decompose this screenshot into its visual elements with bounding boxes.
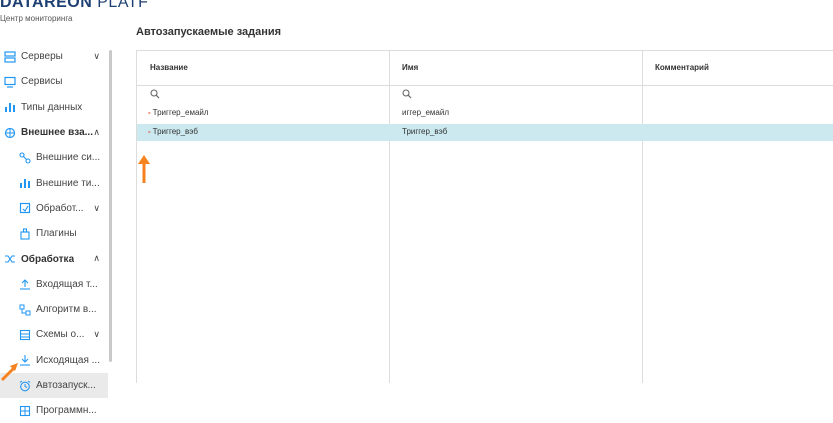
sidebar-item-label: Типы данных bbox=[21, 101, 83, 113]
sidebar-item-external-interaction[interactable]: Внешнее вза... ∧ bbox=[0, 120, 108, 145]
sidebar-item-software[interactable]: Программн... bbox=[0, 398, 108, 423]
chevron-down-icon[interactable]: ∨ bbox=[93, 203, 100, 214]
sidebar-item-label: Внешние си... bbox=[36, 152, 101, 164]
column-divider[interactable] bbox=[389, 51, 390, 383]
orange-arrow-annotation bbox=[138, 155, 150, 183]
schema-icon bbox=[18, 328, 31, 341]
sidebar-item-label: Программн... bbox=[36, 405, 97, 417]
sidebar-scrollbar[interactable] bbox=[109, 50, 112, 362]
column-header-comment[interactable]: Комментарий bbox=[642, 51, 833, 85]
sidebar-item-label: Обработка bbox=[21, 253, 75, 265]
sidebar-item-external-types[interactable]: Внешние ти... bbox=[0, 170, 108, 195]
sidebar-item-label: Внешние ти... bbox=[36, 177, 100, 189]
chart-icon bbox=[3, 101, 16, 114]
cell-id: иггер_емайл bbox=[402, 108, 450, 117]
sidebar: DATAREON PLATF Центр мониторинга Серверы… bbox=[0, 0, 148, 416]
chevron-up-icon[interactable]: ∧ bbox=[93, 127, 100, 138]
sidebar-item-label: Входящая т... bbox=[36, 278, 98, 290]
sidebar-item-label: Серверы bbox=[21, 51, 63, 63]
status-dash-icon: - bbox=[148, 108, 151, 117]
plugin-icon bbox=[18, 227, 31, 240]
cell-id: Триггер_вэб bbox=[402, 127, 448, 136]
sidebar-item-external-systems[interactable]: Внешние си... bbox=[0, 145, 108, 170]
server-icon bbox=[3, 50, 16, 63]
header-divider bbox=[137, 85, 833, 86]
grid-icon bbox=[18, 404, 31, 417]
chart-icon bbox=[18, 177, 31, 190]
handler-icon bbox=[18, 202, 31, 215]
chevron-down-icon[interactable]: ∨ bbox=[93, 51, 100, 62]
search-icon[interactable] bbox=[402, 89, 412, 99]
shuffle-icon bbox=[3, 253, 16, 266]
sidebar-item-data-types[interactable]: Типы данных bbox=[0, 95, 108, 120]
sidebar-item-label: Внешнее вза... bbox=[21, 127, 93, 139]
sidebar-item-label: Алгоритм в... bbox=[36, 304, 97, 316]
sidebar-item-handlers[interactable]: Обработ... ∨ bbox=[0, 196, 108, 221]
sidebar-item-algorithm[interactable]: Алгоритм в... bbox=[0, 297, 108, 322]
column-divider[interactable] bbox=[642, 51, 643, 383]
algorithm-icon bbox=[18, 303, 31, 316]
main-content: Автозапускаемые задания Название Имя Ком… bbox=[122, 0, 833, 383]
sidebar-item-label: Обработ... bbox=[36, 202, 84, 214]
sidebar-item-label: Сервисы bbox=[21, 76, 63, 88]
table-row[interactable]: - Триггер_емайл иггер_емайл bbox=[137, 105, 833, 122]
sidebar-item-plugins[interactable]: Плагины bbox=[0, 221, 108, 246]
link-icon bbox=[18, 151, 31, 164]
monitor-icon bbox=[3, 75, 16, 88]
network-icon bbox=[3, 126, 16, 139]
brand-subtitle: Центр мониторинга bbox=[0, 14, 73, 23]
sidebar-item-servers[interactable]: Серверы ∨ bbox=[0, 44, 108, 69]
sidebar-item-label: Схемы о... bbox=[36, 329, 85, 341]
sidebar-item-label: Плагины bbox=[36, 228, 77, 240]
tasks-table: Название Имя Комментарий - Триггер_емайл … bbox=[136, 50, 833, 383]
orange-arrow-annotation bbox=[0, 363, 18, 382]
status-dash-icon: - bbox=[148, 127, 151, 136]
sidebar-item-schemas[interactable]: Схемы о... ∨ bbox=[0, 322, 108, 347]
page-title: Автозапускаемые задания bbox=[136, 26, 282, 38]
table-row[interactable]: - Триггер_вэб Триггер_вэб bbox=[137, 124, 833, 141]
cell-name: - Триггер_емайл bbox=[148, 108, 209, 117]
search-icon[interactable] bbox=[150, 89, 160, 99]
column-header-name[interactable]: Название bbox=[137, 51, 390, 85]
sidebar-item-services[interactable]: Сервисы bbox=[0, 69, 108, 94]
sidebar-item-incoming[interactable]: Входящая т... bbox=[0, 272, 108, 297]
column-header-id[interactable]: Имя bbox=[389, 51, 642, 85]
sidebar-item-label: Исходящая ... bbox=[36, 354, 100, 366]
chevron-up-icon[interactable]: ∧ bbox=[93, 253, 100, 264]
cell-name: - Триггер_вэб bbox=[148, 127, 198, 136]
chevron-down-icon[interactable]: ∨ bbox=[93, 329, 100, 340]
sidebar-item-processing[interactable]: Обработка ∧ bbox=[0, 246, 108, 271]
upload-icon bbox=[18, 278, 31, 291]
